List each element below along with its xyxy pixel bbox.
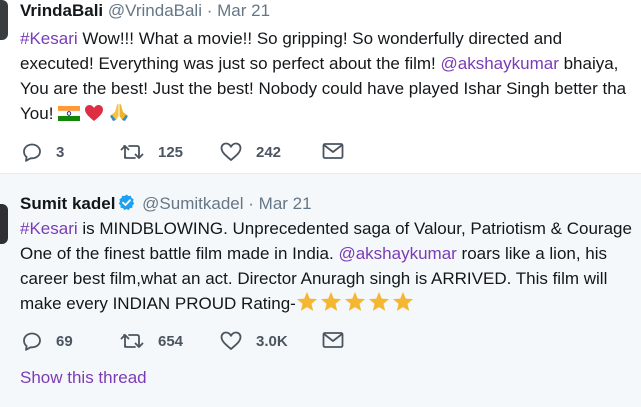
tweet-text-line: career best film,what an act. Director A… <box>20 269 608 288</box>
hashtag-kesari[interactable]: #Kesari <box>20 29 78 48</box>
reply-button[interactable]: 3 <box>22 142 64 162</box>
like-button[interactable]: 242 <box>220 142 281 162</box>
author-name[interactable]: Sumit kadel <box>20 194 115 213</box>
reply-icon <box>23 143 41 162</box>
tweet-text-line: make every INDIAN PROUD Rating- <box>20 294 296 313</box>
reply-icon <box>23 332 41 351</box>
like-button[interactable]: 3.0K <box>220 331 288 351</box>
tweet-text-line: You! <box>20 104 59 123</box>
avatar[interactable] <box>0 204 8 244</box>
tweet-text: #Kesari Wow!!! What a movie!! So grippin… <box>20 26 641 129</box>
star-icon <box>344 291 365 311</box>
like-count: 242 <box>256 143 282 161</box>
tweet-text-line: is MINDBLOWING. Unprecedented saga of Va… <box>77 219 632 238</box>
reply-count: 3 <box>56 143 65 161</box>
star-icon <box>392 291 413 311</box>
tweet-text-line: executed! Everything was just so perfect… <box>20 54 441 73</box>
folded-hands-emoji <box>108 102 130 129</box>
tweet-text-line: roars like a lion, his <box>456 244 608 263</box>
verified-badge-icon <box>118 194 135 216</box>
mention-akshaykumar[interactable]: @akshaykumar <box>338 244 456 263</box>
show-this-thread-link[interactable]: Show this thread <box>20 368 147 388</box>
tweet-text: #Kesari is MINDBLOWING. Unprecedented sa… <box>20 216 641 319</box>
tweet-sumitkadel[interactable]: Sumit kadel @Sumitkadel · Mar 21 #Kesari… <box>0 173 641 407</box>
retweet-icon <box>120 334 144 348</box>
author-handle[interactable]: @VrindaBali <box>108 1 202 20</box>
reply-count: 69 <box>56 332 73 350</box>
mention-akshaykumar[interactable]: @akshaykumar <box>441 54 559 73</box>
tweet-vrindabali[interactable]: VrindaBali @VrindaBali · Mar 21 #Kesari … <box>0 0 641 173</box>
author-name[interactable]: VrindaBali <box>20 1 103 20</box>
avatar[interactable] <box>0 0 8 40</box>
heart-icon <box>220 331 242 350</box>
like-count: 3.0K <box>256 332 288 350</box>
retweet-button[interactable]: 125 <box>120 142 183 162</box>
star-icon <box>320 291 341 311</box>
direct-message-button[interactable] <box>322 142 358 160</box>
separator-dot: · <box>248 194 254 213</box>
envelope-icon <box>322 143 344 159</box>
retweet-count: 654 <box>158 332 184 350</box>
tweet-date[interactable]: Mar 21 <box>259 194 312 213</box>
tweet-text-line: One of the finest battle film made in In… <box>20 244 339 263</box>
reply-button[interactable]: 69 <box>22 331 73 351</box>
retweet-button[interactable]: 654 <box>120 331 183 351</box>
tweet-text-line: Wow!!! What a movie!! So gripping! So wo… <box>77 29 563 48</box>
heart-icon <box>220 142 242 161</box>
retweet-icon <box>120 145 144 159</box>
separator-dot: · <box>206 1 213 20</box>
rating-stars <box>296 291 416 319</box>
tweet-header: VrindaBali @VrindaBali · Mar 21 <box>20 1 270 21</box>
india-flag-emoji <box>57 104 81 129</box>
star-icon <box>296 291 317 311</box>
retweet-count: 125 <box>158 143 184 161</box>
tweet-header: Sumit kadel @Sumitkadel · Mar 21 <box>20 194 312 216</box>
envelope-icon <box>322 332 344 348</box>
author-handle[interactable]: @Sumitkadel <box>142 194 243 213</box>
tweet-text-line: bhaiya, <box>558 54 619 73</box>
tweet-text-line: You are the best! Just the best! Nobody … <box>20 79 627 98</box>
star-icon <box>368 291 389 311</box>
red-heart-emoji <box>84 104 104 129</box>
hashtag-kesari[interactable]: #Kesari <box>20 219 78 238</box>
direct-message-button[interactable] <box>322 331 358 349</box>
tweet-date[interactable]: Mar 21 <box>217 1 270 20</box>
